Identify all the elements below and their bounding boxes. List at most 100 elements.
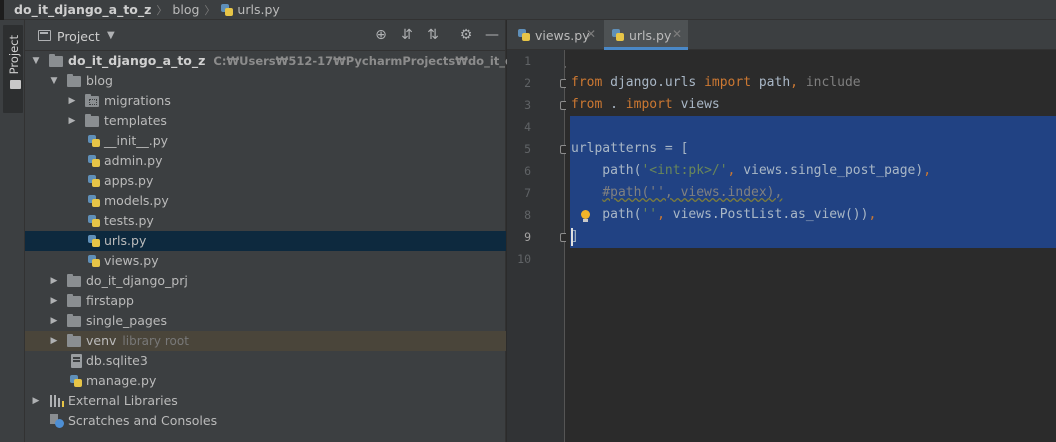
- line-number: 5: [524, 142, 531, 156]
- tree-item-firstapp[interactable]: ▶ firstapp: [25, 291, 506, 311]
- folder-icon: [67, 314, 81, 327]
- chevron-right-icon[interactable]: ▶: [67, 96, 77, 106]
- tree-item-db-sqlite3[interactable]: db.sqlite3: [25, 351, 506, 371]
- project-panel: Project ▼ ⊕ ⇵ ⇅ ⚙ — ▼ do_it_django_a_to_…: [25, 20, 595, 442]
- python-file-icon: [220, 3, 234, 17]
- locate-file-icon[interactable]: ⊕: [373, 27, 389, 43]
- project-view-selector[interactable]: Project: [57, 29, 100, 44]
- code-line-7[interactable]: #path('', views.index),: [571, 182, 782, 204]
- tree-item-blog[interactable]: ▼ blog: [25, 71, 506, 91]
- tree-item-admin-py[interactable]: admin.py: [25, 151, 506, 171]
- breadcrumb-project[interactable]: do_it_django_a_to_z: [14, 2, 151, 17]
- tree-item-do-it-django-prj[interactable]: ▶ do_it_django_prj: [25, 271, 506, 291]
- breadcrumb: do_it_django_a_to_z 〉 blog 〉 urls.py: [0, 0, 1056, 20]
- python-file-icon: [87, 154, 101, 168]
- close-icon[interactable]: ✕: [586, 27, 596, 41]
- line-number: 8: [524, 208, 531, 222]
- lightbulb-icon[interactable]: [580, 210, 590, 222]
- line-number: 6: [524, 164, 531, 178]
- chevron-right-icon[interactable]: ▶: [67, 116, 77, 126]
- tree-item-views-py[interactable]: views.py: [25, 251, 506, 271]
- code-line-6[interactable]: path('<int:pk>/', views.single_post_page…: [571, 160, 931, 182]
- expand-all-icon[interactable]: ⇵: [399, 27, 415, 43]
- code-line-5[interactable]: urlpatterns = [: [571, 138, 688, 160]
- chevron-down-icon[interactable]: ▼: [49, 76, 59, 86]
- python-file-icon: [87, 214, 101, 228]
- tree-item-single-pages[interactable]: ▶ single_pages: [25, 311, 506, 331]
- project-tool-tab[interactable]: Project: [3, 25, 23, 113]
- window-corner: [0, 0, 4, 20]
- chevron-down-icon[interactable]: ▼: [31, 56, 41, 66]
- tree-item-label: do_it_django_a_to_z: [68, 53, 206, 68]
- folder-icon: [49, 54, 63, 67]
- tree-item-scratches-and-consoles[interactable]: Scratches and Consoles: [25, 411, 506, 431]
- tree-item-migrations[interactable]: ▶ migrations: [25, 91, 506, 111]
- database-file-icon: [71, 354, 82, 368]
- tree-item-external-libraries[interactable]: ▶ External Libraries: [25, 391, 506, 411]
- folder-icon: [67, 274, 81, 287]
- chevron-right-icon[interactable]: ▶: [31, 396, 41, 406]
- tab-label: views.py: [535, 28, 590, 43]
- library-root-hint: library root: [122, 334, 189, 348]
- editor-tab-bar: views.py ✕ urls.py ✕: [507, 20, 1056, 50]
- tab-urls-py[interactable]: urls.py ✕: [604, 20, 688, 50]
- line-number-current: 9: [524, 230, 531, 244]
- tree-item-label: urls.py: [104, 233, 147, 248]
- tree-item-init-py[interactable]: __init__.py: [25, 131, 506, 151]
- chevron-right-icon[interactable]: ▶: [49, 316, 59, 326]
- chevron-right-icon[interactable]: ▶: [49, 336, 59, 346]
- tree-item-do-it-django-a-to-z[interactable]: ▼ do_it_django_a_to_z C:₩Users₩512-17₩Pyc…: [25, 51, 595, 71]
- code-line-8[interactable]: path('', views.PostList.as_view()),: [571, 204, 876, 226]
- minimize-icon[interactable]: —: [484, 27, 500, 43]
- chevron-right-icon[interactable]: ▶: [49, 296, 59, 306]
- tab-views-py[interactable]: views.py ✕: [507, 20, 601, 49]
- tree-item-label: __init__.py: [104, 133, 169, 148]
- folder-icon: [10, 80, 21, 89]
- breadcrumb-file[interactable]: urls.py: [237, 2, 279, 17]
- tree-item-label: do_it_django_prj: [86, 273, 188, 288]
- editor-gutter: 1 2 3 4 5 6 7 8 9 10: [507, 50, 569, 442]
- tree-item-label: templates: [104, 113, 167, 128]
- tree-item-label: Scratches and Consoles: [68, 413, 218, 428]
- tree-item-label: single_pages: [86, 313, 167, 328]
- tree-item-apps-py[interactable]: apps.py: [25, 171, 506, 191]
- tree-item-label: External Libraries: [68, 393, 178, 408]
- tree-item-manage-py[interactable]: manage.py: [25, 371, 506, 391]
- code-line-2[interactable]: from django.urls import path, include: [571, 72, 861, 94]
- line-number: 10: [517, 252, 531, 266]
- project-window-icon: [38, 30, 51, 41]
- tab-label: urls.py: [629, 28, 672, 43]
- close-icon[interactable]: ✕: [672, 27, 682, 41]
- python-file-icon: [87, 254, 101, 268]
- gear-icon[interactable]: ⚙: [458, 27, 474, 43]
- chevron-right-icon[interactable]: ▶: [49, 276, 59, 286]
- tree-item-label: admin.py: [104, 153, 163, 168]
- left-tool-strip: Project: [0, 20, 25, 442]
- collapse-all-icon[interactable]: ⇅: [425, 27, 441, 43]
- tree-item-label: views.py: [104, 253, 159, 268]
- breadcrumb-separator: 〉: [156, 3, 168, 17]
- python-file-icon: [517, 28, 531, 42]
- tree-item-label: blog: [86, 73, 113, 88]
- tree-item-templates[interactable]: ▶ templates: [25, 111, 506, 131]
- project-tool-tab-label: Project: [7, 35, 21, 75]
- python-file-icon: [611, 28, 625, 42]
- tree-item-urls-py[interactable]: urls.py: [25, 231, 506, 251]
- chevron-down-icon[interactable]: ▼: [107, 30, 115, 41]
- python-file-icon: [69, 374, 83, 388]
- tree-item-label: db.sqlite3: [86, 353, 148, 368]
- tree-item-models-py[interactable]: models.py: [25, 191, 506, 211]
- breadcrumb-separator: 〉: [204, 3, 216, 17]
- folder-icon: [67, 294, 81, 307]
- project-panel-header: Project ▼ ⊕ ⇵ ⇅ ⚙ —: [25, 20, 506, 51]
- tree-item-tests-py[interactable]: tests.py: [25, 211, 506, 231]
- text-caret: [571, 228, 573, 246]
- tree-item-label: manage.py: [86, 373, 157, 388]
- breadcrumb-folder[interactable]: blog: [172, 2, 199, 17]
- python-file-icon: [87, 174, 101, 188]
- tree-item-venv[interactable]: ▶ venv library root: [25, 331, 506, 351]
- folder-icon: [67, 334, 81, 347]
- code-editor[interactable]: from django.urls import path, include fr…: [566, 50, 1056, 442]
- code-line-3[interactable]: from . import views: [571, 94, 720, 116]
- line-number: 1: [524, 54, 531, 68]
